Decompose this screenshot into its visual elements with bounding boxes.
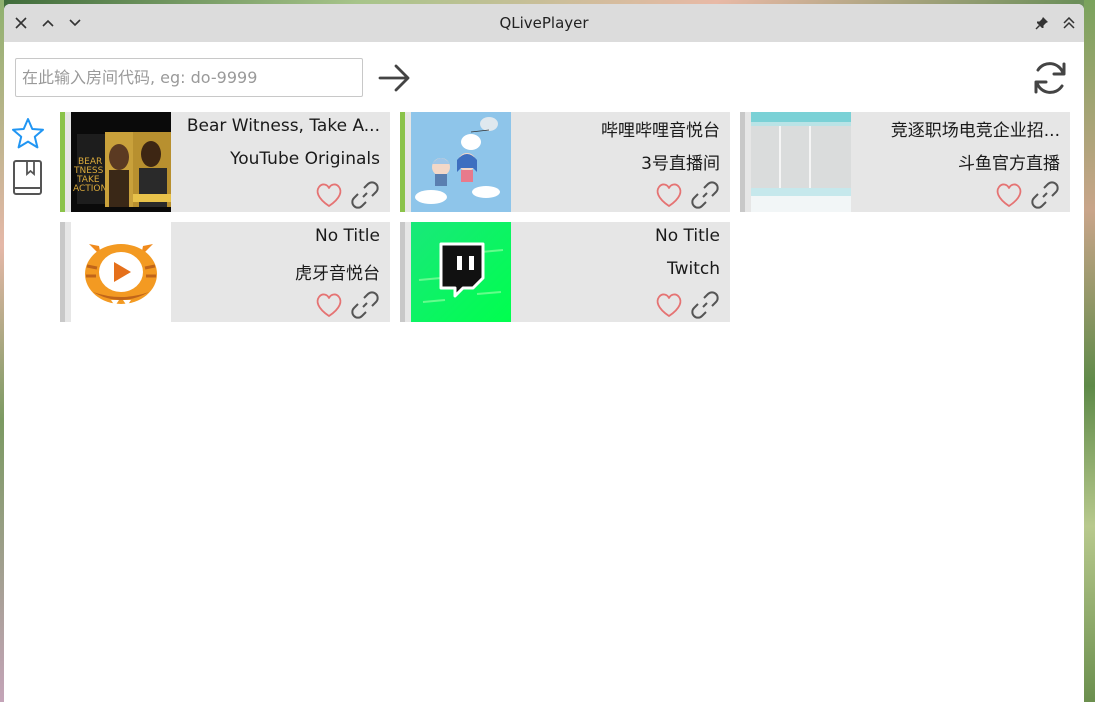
room-thumbnail — [751, 112, 851, 212]
refresh-button[interactable] — [1030, 58, 1070, 98]
offline-indicator — [740, 112, 745, 212]
room-channel: 斗鱼官方直播 — [958, 154, 1060, 174]
room-channel: YouTube Originals — [230, 149, 380, 169]
close-icon — [14, 17, 27, 29]
link-icon — [691, 291, 719, 319]
room-title: Bear Witness, Take A... — [186, 116, 380, 136]
app-window: QLivePlayer 在此输入房间代码, eg: do-9999 BEAR T… — [4, 4, 1084, 702]
library-button[interactable] — [8, 158, 48, 198]
like-button[interactable] — [314, 291, 344, 319]
room-channel: 3号直播间 — [641, 154, 720, 174]
link-button[interactable] — [690, 181, 720, 209]
room-code-input[interactable] — [15, 58, 363, 97]
go-button[interactable] — [376, 60, 412, 96]
heart-icon — [316, 293, 342, 317]
svg-text:ACTION: ACTION — [73, 184, 107, 194]
huya-logo — [71, 222, 171, 322]
live-indicator — [400, 112, 405, 212]
link-button[interactable] — [1030, 181, 1060, 209]
room-title: No Title — [315, 226, 380, 246]
thumbnail-image — [751, 112, 851, 212]
room-title: No Title — [655, 226, 720, 246]
like-button[interactable] — [314, 181, 344, 209]
maximize-button[interactable] — [34, 8, 61, 38]
room-card-3[interactable]: 竞逐职场电竞企业招... 斗鱼官方直播 — [740, 112, 1070, 212]
room-card-2[interactable]: 哔哩哔哩音悦台 3号直播间 — [400, 112, 730, 212]
desktop-background-right — [1084, 0, 1095, 702]
room-card-4[interactable]: No Title 虎牙音悦台 — [60, 222, 390, 322]
link-button[interactable] — [350, 181, 380, 209]
room-title: 竞逐职场电竞企业招... — [890, 121, 1060, 141]
room-card-1[interactable]: BEAR TNESS TAKE ACTION Bear Witness, Tak… — [60, 112, 390, 212]
minimize-button[interactable] — [61, 8, 88, 38]
like-button[interactable] — [654, 291, 684, 319]
thumbnail-image — [411, 112, 511, 212]
room-card-5[interactable]: No Title Twitch — [400, 222, 730, 322]
shade-button[interactable] — [1055, 8, 1082, 38]
sidebar — [8, 114, 50, 202]
heart-icon — [656, 183, 682, 207]
offline-indicator — [60, 222, 65, 322]
room-thumbnail: BEAR TNESS TAKE ACTION — [71, 112, 171, 212]
link-icon — [1031, 181, 1059, 209]
pin-button[interactable] — [1028, 8, 1055, 38]
link-icon — [691, 181, 719, 209]
room-thumbnail — [411, 222, 511, 322]
arrow-right-icon — [378, 64, 410, 92]
link-icon — [351, 291, 379, 319]
like-button[interactable] — [654, 181, 684, 209]
double-chevron-up-icon — [1062, 17, 1075, 29]
like-button[interactable] — [994, 181, 1024, 209]
room-thumbnail — [71, 222, 171, 322]
close-button[interactable] — [7, 8, 34, 38]
twitch-logo — [411, 222, 511, 322]
window-title: QLivePlayer — [499, 14, 589, 32]
refresh-icon — [1034, 62, 1066, 94]
toolbar — [4, 42, 1084, 110]
star-icon — [12, 118, 44, 149]
heart-icon — [996, 183, 1022, 207]
room-channel: 虎牙音悦台 — [295, 264, 380, 284]
favorites-button[interactable] — [8, 114, 48, 154]
heart-icon — [316, 183, 342, 207]
title-bar: QLivePlayer — [4, 4, 1084, 42]
room-title: 哔哩哔哩音悦台 — [601, 121, 720, 141]
link-icon — [351, 181, 379, 209]
room-thumbnail — [411, 112, 511, 212]
offline-indicator — [400, 222, 405, 322]
link-button[interactable] — [690, 291, 720, 319]
room-channel: Twitch — [667, 259, 720, 279]
link-button[interactable] — [350, 291, 380, 319]
book-icon — [13, 160, 42, 195]
thumbnail-image: BEAR TNESS TAKE ACTION — [71, 112, 171, 212]
heart-icon — [656, 293, 682, 317]
pin-icon — [1035, 17, 1048, 30]
live-indicator — [60, 112, 65, 212]
chevron-down-icon — [68, 19, 81, 27]
chevron-up-icon — [41, 19, 54, 27]
